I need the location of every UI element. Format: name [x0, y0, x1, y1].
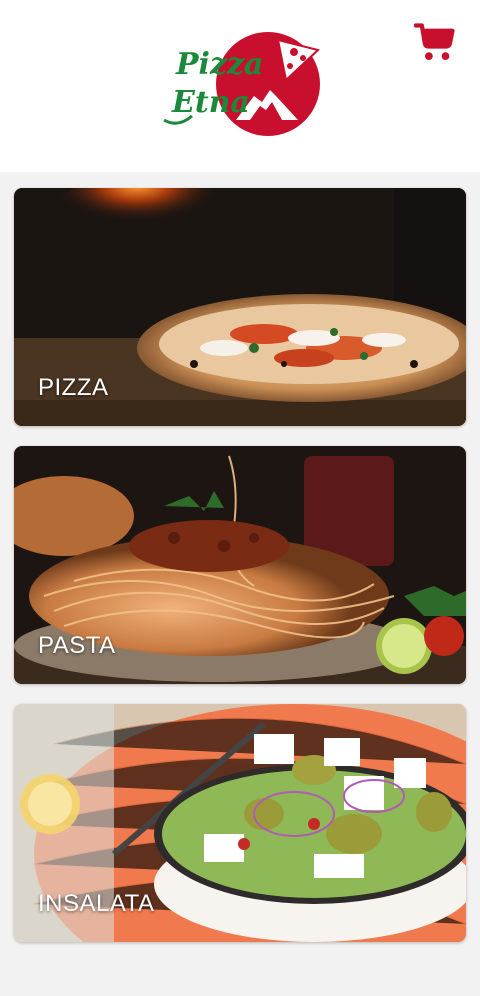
shopping-cart-icon[interactable]: [414, 22, 456, 64]
logo-text-pizza: Pizza: [175, 47, 263, 82]
logo-text-etna: Etna: [171, 85, 250, 120]
category-label-insalata: INSALATA: [38, 890, 155, 917]
category-card-pasta[interactable]: PASTA: [14, 446, 466, 684]
category-card-pizza[interactable]: PIZZA: [14, 188, 466, 426]
app-header: Pizza Etna: [0, 0, 480, 172]
category-label-pizza: PIZZA: [38, 374, 109, 401]
pizza-etna-logo[interactable]: Pizza Etna: [158, 24, 324, 142]
category-label-pasta: PASTA: [38, 632, 116, 659]
category-card-insalata[interactable]: INSALATA: [14, 704, 466, 942]
